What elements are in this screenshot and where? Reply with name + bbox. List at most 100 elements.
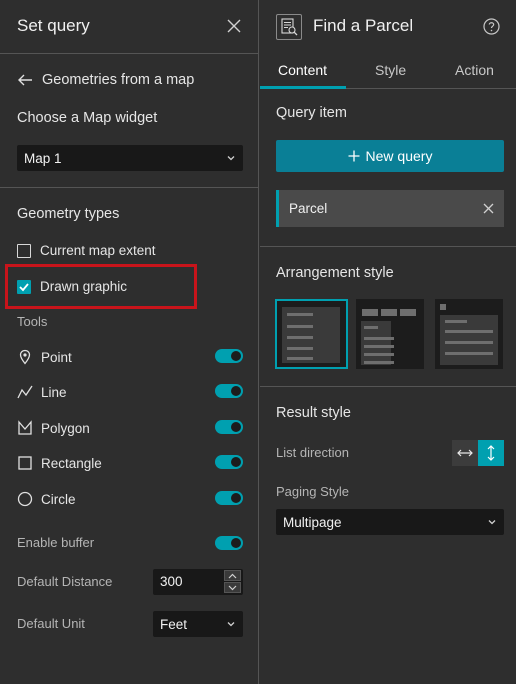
- vertical-direction-button[interactable]: [478, 440, 504, 466]
- tool-label: Point: [41, 349, 72, 365]
- choose-map-label: Choose a Map widget: [17, 110, 158, 126]
- arrangement-style-2[interactable]: [356, 299, 424, 369]
- tab-content[interactable]: Content: [278, 62, 327, 78]
- preview-bar: [287, 347, 313, 350]
- query-item-title: Query item: [276, 105, 347, 121]
- preview-bar: [445, 352, 493, 355]
- tool-point: Point: [17, 349, 72, 365]
- preview-tab: [362, 309, 378, 316]
- plus-icon: [348, 150, 360, 162]
- paging-style-label: Paging Style: [276, 484, 349, 499]
- decrement-button[interactable]: [224, 582, 241, 593]
- geometry-type-label: Drawn graphic: [40, 279, 128, 294]
- chevron-down-icon: [227, 156, 235, 161]
- enable-buffer-toggle[interactable]: [215, 536, 243, 550]
- new-query-button[interactable]: New query: [276, 140, 504, 172]
- chevron-up-icon: [228, 573, 237, 578]
- horizontal-direction-button[interactable]: [452, 440, 478, 466]
- paging-style-value: Multipage: [283, 514, 342, 530]
- panel-title: Set query: [17, 16, 90, 35]
- map-widget-select[interactable]: Map 1: [17, 145, 243, 171]
- preview-bar: [445, 330, 493, 333]
- tool-label: Polygon: [41, 420, 90, 436]
- preview-bar: [364, 337, 394, 340]
- active-tab-indicator: [260, 86, 346, 89]
- polyline-icon: [17, 385, 33, 399]
- geometry-types-title: Geometry types: [17, 206, 120, 222]
- arrangement-style-1[interactable]: [275, 299, 348, 369]
- arrow-left-icon: [18, 74, 32, 86]
- tool-rectangle-toggle[interactable]: [215, 455, 243, 469]
- tool-circle-toggle[interactable]: [215, 491, 243, 505]
- remove-icon[interactable]: [483, 203, 494, 214]
- tab-style[interactable]: Style: [375, 62, 406, 78]
- widget-icon: [276, 14, 302, 40]
- tab-action[interactable]: Action: [455, 62, 494, 78]
- chevron-down-icon: [488, 520, 496, 525]
- arrow-vertical-icon: [487, 445, 495, 461]
- geometry-type-current-extent[interactable]: Current map extent: [17, 243, 156, 258]
- tools-title: Tools: [17, 314, 48, 329]
- back-link-label: Geometries from a map: [42, 72, 195, 88]
- preview-bar: [445, 341, 493, 344]
- preview-bar: [364, 326, 378, 329]
- paging-style-select[interactable]: Multipage: [276, 509, 504, 535]
- back-link[interactable]: Geometries from a map: [17, 72, 194, 88]
- rectangle-icon: [18, 456, 32, 470]
- tool-rectangle: Rectangle: [17, 455, 102, 471]
- default-unit-value: Feet: [160, 616, 188, 632]
- preview-bar: [287, 336, 313, 339]
- set-query-panel: Set query Geometries from a map Choose a…: [0, 0, 259, 684]
- enable-buffer-label: Enable buffer: [17, 535, 95, 550]
- arrow-horizontal-icon: [457, 449, 473, 457]
- tool-label: Line: [41, 384, 67, 400]
- section-divider: [0, 187, 259, 188]
- preview-bar: [364, 361, 394, 364]
- point-icon: [19, 349, 31, 365]
- result-style-title: Result style: [276, 405, 351, 421]
- chevron-down-icon: [228, 585, 237, 590]
- query-item[interactable]: Parcel: [276, 190, 504, 227]
- tool-line-toggle[interactable]: [215, 384, 243, 398]
- tool-label: Rectangle: [41, 455, 102, 471]
- preview-bar: [287, 357, 313, 360]
- geometry-type-drawn-graphic[interactable]: Drawn graphic: [17, 279, 127, 294]
- tool-polygon-toggle[interactable]: [215, 420, 243, 434]
- tool-polygon: Polygon: [17, 420, 90, 436]
- tool-circle: Circle: [17, 491, 76, 507]
- close-icon[interactable]: [227, 19, 241, 33]
- preview-tab: [381, 309, 397, 316]
- polygon-icon: [18, 420, 32, 435]
- preview-tab: [400, 309, 416, 316]
- tool-point-toggle[interactable]: [215, 349, 243, 363]
- default-unit-label: Default Unit: [17, 616, 85, 631]
- preview-bar: [364, 353, 394, 356]
- checkbox[interactable]: [17, 243, 31, 258]
- preview-square: [440, 304, 446, 310]
- default-unit-select[interactable]: Feet: [153, 611, 243, 637]
- help-icon[interactable]: [483, 18, 500, 35]
- default-distance-label: Default Distance: [17, 574, 113, 589]
- preview-bar: [364, 345, 394, 348]
- preview-bar: [287, 325, 313, 328]
- tool-label: Circle: [41, 491, 76, 507]
- checkmark-icon: [19, 282, 29, 291]
- preview-bar: [287, 313, 313, 316]
- geometry-type-label: Current map extent: [40, 243, 156, 258]
- map-widget-select-value: Map 1: [24, 150, 62, 166]
- arrangement-title: Arrangement style: [276, 265, 394, 281]
- widget-title: Find a Parcel: [313, 16, 414, 35]
- section-divider: [260, 246, 516, 247]
- default-distance-value: 300: [160, 574, 183, 589]
- default-distance-input[interactable]: 300: [153, 569, 243, 595]
- arrangement-style-3[interactable]: [435, 299, 503, 369]
- preview-bar: [445, 320, 467, 323]
- chevron-down-icon: [227, 622, 235, 627]
- header-divider: [0, 53, 259, 54]
- increment-button[interactable]: [224, 570, 241, 581]
- tool-line: Line: [17, 384, 67, 400]
- new-query-label: New query: [365, 148, 433, 164]
- checkbox-checked[interactable]: [17, 279, 31, 294]
- query-widget-icon: [281, 18, 298, 36]
- circle-icon: [17, 491, 33, 507]
